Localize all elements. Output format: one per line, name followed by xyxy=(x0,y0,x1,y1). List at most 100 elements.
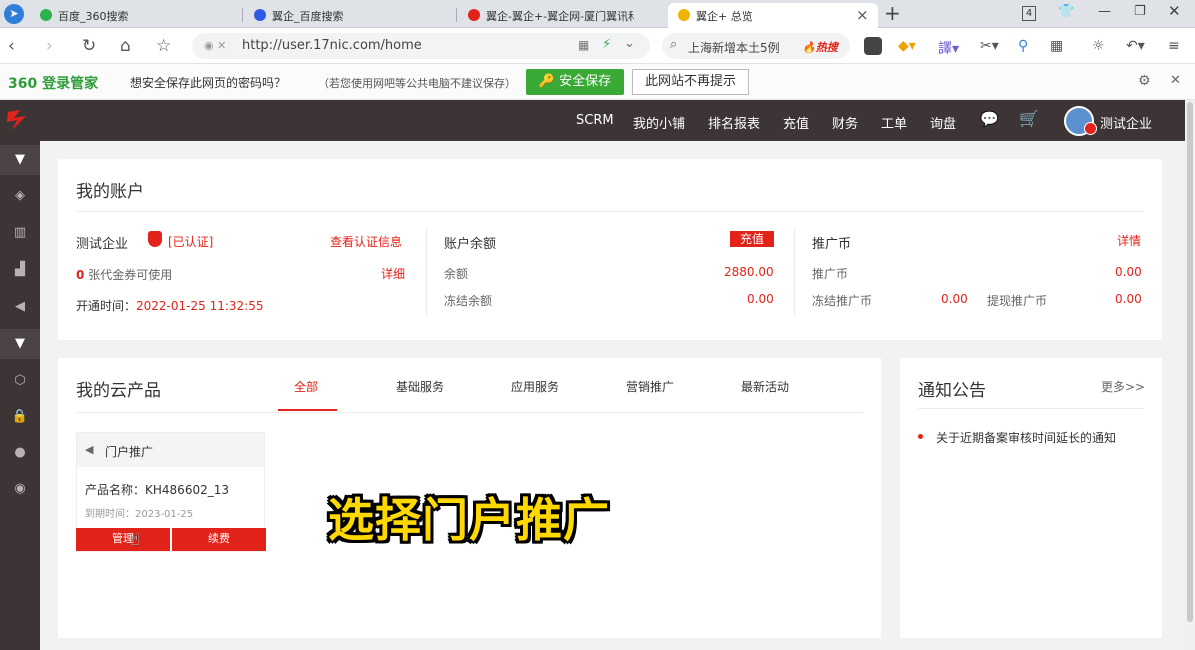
site-info-icon[interactable]: ◉ ✕ xyxy=(204,39,226,52)
tab-count-badge[interactable]: 4 xyxy=(1022,6,1036,21)
tab-baidu-360[interactable]: 百度_360搜索 xyxy=(30,3,240,28)
building-icon[interactable]: ▥ xyxy=(0,218,40,248)
tab-basic-services[interactable]: 基础服务 xyxy=(396,378,444,395)
divider xyxy=(76,412,863,413)
never-save-button[interactable]: 此网站不再提示 xyxy=(632,69,749,95)
apps-grid-icon[interactable]: ▦ xyxy=(1050,38,1063,54)
user-name[interactable]: 测试企业 xyxy=(1100,113,1152,132)
verified-badge-icon xyxy=(1084,122,1097,135)
menu-icon[interactable]: ≡ xyxy=(1168,38,1180,54)
view-cert-link[interactable]: 查看认证信息 xyxy=(330,233,402,250)
home-icon[interactable]: ⌂ xyxy=(120,36,131,56)
tab-divider xyxy=(242,8,243,22)
hot-search-label[interactable]: 🔥热搜 xyxy=(802,39,838,55)
layers-icon[interactable]: ◈ xyxy=(0,181,40,211)
nav-finance[interactable]: 财务 xyxy=(832,113,858,132)
promo-frozen-label: 冻结推广币 xyxy=(812,294,873,308)
qr-code-icon[interactable]: ▦ xyxy=(578,38,589,52)
lightning-icon[interactable]: ⚡ xyxy=(602,37,611,52)
nav-inquiry[interactable]: 询盘 xyxy=(930,113,956,132)
nav-my-shop[interactable]: 我的小铺 xyxy=(633,113,685,132)
chevron-down-icon[interactable]: ⌄ xyxy=(624,36,635,51)
hot-label-text: 热搜 xyxy=(815,41,838,54)
balance-value: 2880.00 xyxy=(724,265,774,279)
yiqi-logo-icon[interactable] xyxy=(4,106,32,134)
tab-marketing[interactable]: 营销推广 xyxy=(626,378,674,395)
save-password-button[interactable]: 🔑 安全保存 xyxy=(526,69,624,95)
box-gear-icon[interactable]: ⬡ xyxy=(0,366,40,396)
save-password-label: 安全保存 xyxy=(559,74,612,89)
close-bar-icon[interactable]: ✕ xyxy=(1170,73,1181,88)
brightness-icon[interactable]: ☼ xyxy=(1092,38,1105,54)
star-icon[interactable]: ☆ xyxy=(156,36,171,56)
shield-extension-icon[interactable]: ◆▾ xyxy=(898,38,916,54)
tab-baidu-search[interactable]: 翼企_百度搜索 xyxy=(244,3,454,28)
tab-all[interactable]: 全部 xyxy=(294,378,318,395)
notice-bullet xyxy=(918,434,923,439)
browser-logo-icon[interactable]: ➤ xyxy=(4,4,24,24)
divider xyxy=(426,227,427,317)
search-box[interactable]: ⌕ 上海新增本土5例 🔥热搜 xyxy=(662,33,850,59)
expire-value: 2023-01-25 xyxy=(135,509,194,520)
scrollbar-thumb[interactable] xyxy=(1187,102,1193,622)
search-suggestion[interactable]: 上海新增本土5例 xyxy=(688,39,780,56)
scissors-icon[interactable]: ✂▾ xyxy=(980,38,999,54)
baidu-paw-icon xyxy=(254,9,266,21)
reader-icon[interactable] xyxy=(864,37,882,55)
message-icon[interactable]: 💬 xyxy=(980,110,999,128)
megaphone-icon[interactable]: ◀ xyxy=(0,292,40,322)
lock-icon[interactable]: 🔒 xyxy=(0,402,40,432)
notice-more-link[interactable]: 更多>> xyxy=(1101,378,1145,395)
restore-icon[interactable]: ❐ xyxy=(1134,4,1146,19)
product-card[interactable]: ◀ 门户推广 产品名称：KH486602_13 到期时间：2023-01-25 … xyxy=(76,432,266,552)
360-login-manager-logo: 360 登录管家 xyxy=(8,76,99,92)
forward-icon[interactable]: › xyxy=(46,36,53,56)
nav-tickets[interactable]: 工单 xyxy=(881,113,907,132)
open-time: 开通时间：2022-01-25 11:32:55 xyxy=(76,297,263,314)
chart-icon[interactable]: ▟ xyxy=(0,255,40,285)
notice-title: 通知公告 xyxy=(918,381,986,401)
nav-scrm[interactable]: SCRM xyxy=(576,113,614,128)
balance-label: 余额 xyxy=(444,267,469,281)
collapse-caret-icon-2[interactable]: ▼ xyxy=(0,329,40,359)
close-window-icon[interactable]: ✕ xyxy=(1168,2,1181,20)
recharge-button[interactable]: 充值 xyxy=(730,231,774,247)
address-bar[interactable]: ◉ ✕ http://user.17nic.com/home ▦ ⚡ ⌄ xyxy=(192,33,650,59)
cart-icon[interactable]: 🛒 xyxy=(1019,109,1039,128)
tab-latest-events[interactable]: 最新活动 xyxy=(741,378,789,395)
close-tab-icon[interactable]: × xyxy=(856,6,869,24)
money-bag-icon[interactable]: ● xyxy=(0,438,40,468)
page-scrollbar[interactable] xyxy=(1185,100,1195,650)
promo-frozen-value: 0.00 xyxy=(941,292,968,306)
promo-value: 0.00 xyxy=(1115,265,1142,279)
nav-ranking-report[interactable]: 排名报表 xyxy=(708,113,760,132)
voucher-count: 0 xyxy=(76,268,85,282)
promo-withdraw-label: 提现推广币 xyxy=(987,294,1048,308)
notice-item[interactable]: 关于近期备案审核时间延长的通知 xyxy=(936,429,1116,446)
promo-detail-link[interactable]: 详情 xyxy=(1117,232,1141,249)
account-card: 我的账户 测试企业 [已认证] 查看认证信息 0 张代金券可使用 详细 开通时间… xyxy=(58,159,1162,340)
url-text[interactable]: http://user.17nic.com/home xyxy=(242,38,422,53)
collapse-caret-icon[interactable]: ▼ xyxy=(0,145,40,175)
product-card-header: ◀ 门户推广 xyxy=(77,433,264,467)
translate-icon[interactable]: 譯▾ xyxy=(938,38,959,58)
tab-yiqi-overview[interactable]: 翼企+ 总览 × xyxy=(668,3,878,28)
manage-button[interactable]: 管理 xyxy=(76,528,170,551)
undo-icon[interactable]: ↶▾ xyxy=(1126,38,1145,54)
renew-button[interactable]: 续费 xyxy=(172,528,266,551)
frozen-label: 冻结余额 xyxy=(444,294,493,308)
shirt-icon[interactable]: 👕 xyxy=(1058,4,1074,19)
frozen-value: 0.00 xyxy=(747,292,774,306)
zoom-icon[interactable]: ⚲ xyxy=(1018,38,1028,54)
back-icon[interactable]: ‹ xyxy=(8,36,15,56)
tab-app-services[interactable]: 应用服务 xyxy=(511,378,559,395)
new-tab-button[interactable]: + xyxy=(884,1,901,25)
minimize-icon[interactable]: — xyxy=(1098,4,1111,19)
voucher-info: 0 张代金券可使用 xyxy=(76,266,172,283)
chat-bubble-icon[interactable]: ◉ xyxy=(0,474,40,504)
nav-recharge[interactable]: 充值 xyxy=(783,113,809,132)
tab-yiqi-site[interactable]: 翼企-翼企+-翼企网-厦门翼讯科 xyxy=(458,3,634,28)
voucher-detail-link[interactable]: 详细 xyxy=(381,265,405,282)
reload-icon[interactable]: ↻ xyxy=(82,36,96,56)
settings-gear-icon[interactable]: ⚙ xyxy=(1138,73,1151,89)
